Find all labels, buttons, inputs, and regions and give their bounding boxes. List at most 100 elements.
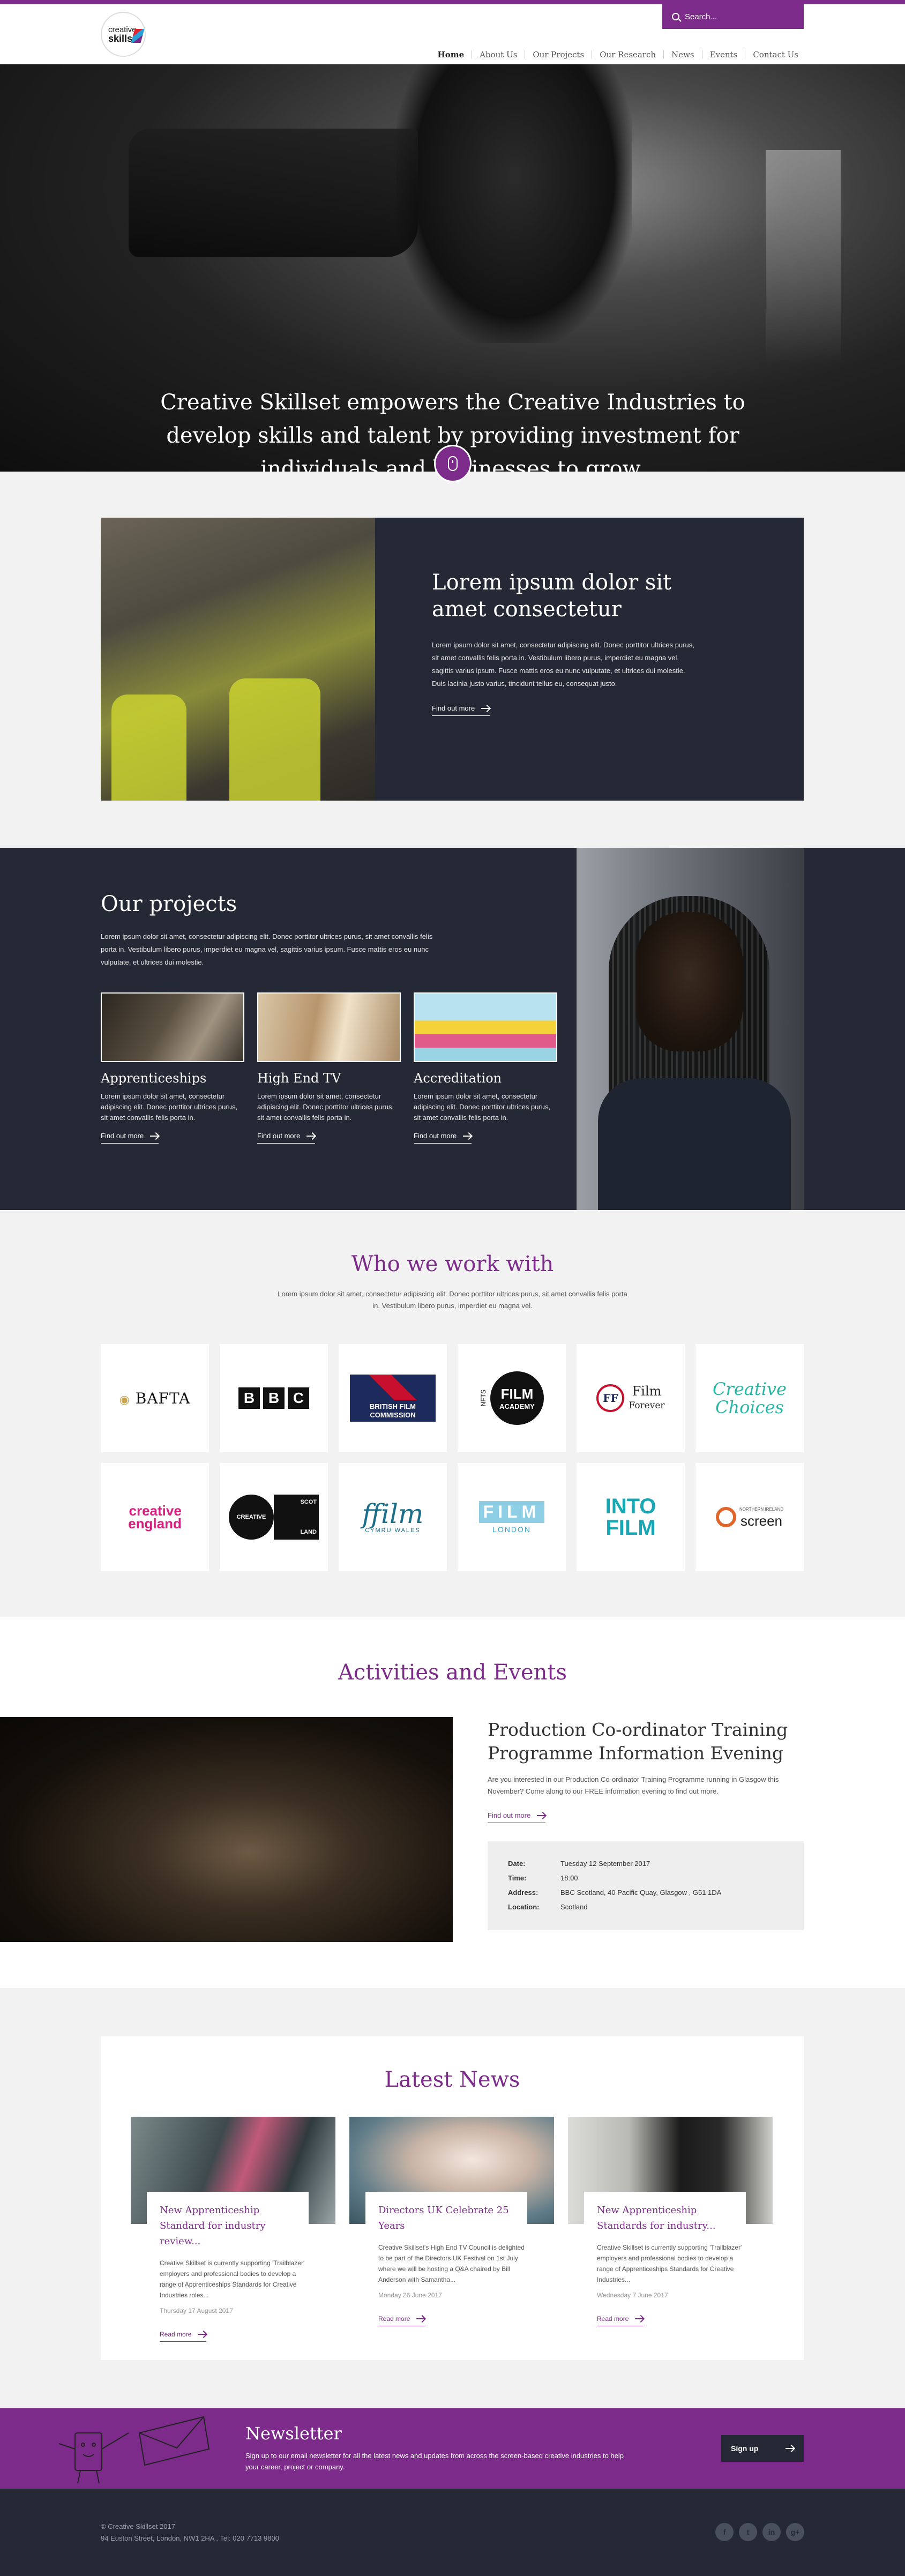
partners-intro: Lorem ipsum dolor sit amet, consectetur … (278, 1290, 627, 1310)
feature-find-out-more-link[interactable]: Find out more (432, 704, 490, 716)
project-find-out-more-link[interactable]: Find out more (257, 1132, 316, 1144)
partner-logo-film-london[interactable]: FILM LONDON (458, 1463, 566, 1571)
partner-logo-northern-ireland-screen[interactable]: NORTHERN IRELAND screen (695, 1463, 804, 1571)
projects-grid: Apprenticeships Lorem ipsum dolor sit am… (101, 992, 567, 1144)
arrow-right-icon (786, 2448, 794, 2449)
event-detail-row: Address: BBC Scotland, 40 Pacific Quay, G… (508, 1885, 783, 1900)
feature-block: Lorem ipsum dolor sit amet consectetur L… (101, 518, 804, 801)
news-section: Latest News New Apprenticeship Standard … (0, 1988, 905, 2408)
events-section: Activities and Events Production Co-ordi… (0, 1617, 905, 1988)
partner-logo-creative-scotland[interactable]: CREATIVE SCOT LAND (220, 1463, 328, 1571)
logo-text-line: Film (632, 1383, 662, 1399)
partner-logo-bbc[interactable]: B B C (220, 1344, 328, 1452)
feature-content: Lorem ipsum dolor sit amet consectetur L… (375, 518, 700, 801)
detail-value: BBC Scotland, 40 Pacific Quay, Glasgow ,… (560, 1888, 722, 1896)
nav-events[interactable]: Events (701, 50, 745, 59)
arrow-right-icon (416, 2318, 425, 2319)
logo-text: creative england (128, 1504, 182, 1530)
project-image[interactable] (414, 992, 557, 1062)
link-label: Read more (160, 2331, 192, 2338)
news-read-more-link[interactable]: Read more (378, 2315, 425, 2326)
news-item-title[interactable]: Directors UK Celebrate 25 Years (378, 2202, 515, 2234)
nav-news[interactable]: News (663, 50, 702, 59)
detail-label: Location: (508, 1903, 540, 1911)
twitter-icon[interactable]: t (739, 2523, 757, 2541)
news-card-body: Creative Skillset's High End TV Council … (349, 2234, 526, 2326)
scroll-down-button[interactable] (434, 445, 472, 482)
logo-block: B (238, 1387, 260, 1409)
logo-text-line: Forever (629, 1400, 665, 1411)
signup-label: Sign up (731, 2444, 759, 2453)
facebook-icon[interactable]: f (715, 2523, 734, 2541)
partner-logo-ffilm-cymru[interactable]: ffilm CYMRU WALES (339, 1463, 447, 1571)
news-read-more-link[interactable]: Read more (597, 2315, 644, 2326)
project-image[interactable] (257, 992, 401, 1062)
event-detail-row: Date: Tuesday 12 September 2017 (508, 1856, 783, 1871)
nav-contact-us[interactable]: Contact Us (745, 50, 806, 59)
project-image[interactable] (101, 992, 244, 1062)
site-logo[interactable]: creative skillset (101, 12, 170, 57)
nav-our-projects[interactable]: Our Projects (525, 50, 592, 59)
logo-badge: FF (596, 1384, 625, 1412)
project-find-out-more-link[interactable]: Find out more (414, 1132, 472, 1144)
project-card: Accreditation Lorem ipsum dolor sit amet… (414, 992, 557, 1144)
arrow-right-icon (481, 707, 490, 709)
partner-logo-film-academy[interactable]: NFTS FILM ACADEMY (458, 1344, 566, 1452)
project-find-out-more-link[interactable]: Find out more (101, 1132, 159, 1144)
news-grid: New Apprenticeship Standard for industry… (131, 2117, 773, 2342)
partner-logo-creative-england[interactable]: creative england (101, 1463, 209, 1571)
hero-photo-light (766, 150, 841, 364)
newsletter-section: Newsletter Sign up to our email newslett… (0, 2408, 905, 2489)
news-item-title[interactable]: New Apprenticeship Standards for industr… (597, 2202, 734, 2234)
event-find-out-more-link[interactable]: Find out more (488, 1811, 546, 1823)
projects-intro: Lorem ipsum dolor sit amet, consectetur … (101, 932, 433, 966)
linkedin-icon[interactable]: in (762, 2523, 781, 2541)
news-item-text: Creative Skillset's High End TV Council … (378, 2244, 525, 2283)
nav-home[interactable]: Home (430, 50, 472, 59)
partner-logo-film-forever[interactable]: FF Film Forever (577, 1344, 685, 1452)
news-title-box: New Apprenticeship Standards for industr… (584, 2192, 746, 2234)
logo-text-line: SCOT (300, 1499, 317, 1505)
logo-text: Film Forever (629, 1385, 664, 1412)
news-card: Directors UK Celebrate 25 Years Creative… (349, 2117, 554, 2342)
logo-ring-icon (715, 1507, 736, 1527)
logo-text-line: COMMISSION (370, 1411, 416, 1419)
news-panel: Latest News New Apprenticeship Standard … (101, 2036, 804, 2360)
partner-logo-into-film[interactable]: INTO FILM (577, 1463, 685, 1571)
google-plus-icon[interactable]: g+ (786, 2523, 804, 2541)
logo-text-line: LAND (300, 1529, 317, 1535)
logo-circle: FILM ACADEMY (490, 1371, 544, 1425)
logo-text-line: Choices (715, 1397, 784, 1417)
event-title: Production Co-ordinator Training Program… (488, 1719, 788, 1764)
news-item-title[interactable]: New Apprenticeship Standard for industry… (160, 2202, 297, 2249)
nav-about-us[interactable]: About Us (472, 50, 525, 59)
nav-our-research[interactable]: Our Research (592, 50, 663, 59)
news-card: New Apprenticeship Standard for industry… (131, 2117, 335, 2342)
news-item-text: Creative Skillset is currently supportin… (597, 2244, 742, 2283)
bfc-logo: BRITISH FILM COMMISSION (350, 1375, 436, 1422)
news-read-more-link[interactable]: Read more (160, 2331, 207, 2342)
newsletter-text: Sign up to our email newsletter for all … (245, 2452, 624, 2471)
news-item-date: Wednesday 7 June 2017 (597, 2291, 668, 2299)
logo-block: B (263, 1387, 285, 1409)
arrow-right-icon (198, 2334, 207, 2335)
partner-logo-british-film-commission[interactable]: BRITISH FILM COMMISSION (339, 1344, 447, 1452)
project-text: Lorem ipsum dolor sit amet, consectetur … (257, 1092, 394, 1122)
nfts-logo: NFTS FILM ACADEMY (480, 1371, 544, 1425)
main-nav: Home About Us Our Projects Our Research … (430, 50, 806, 59)
partner-logo-creative-choices[interactable]: Creative Choices (695, 1344, 804, 1452)
logo-text: INTO FILM (605, 1496, 656, 1539)
newsletter-signup-button[interactable]: Sign up (721, 2435, 804, 2462)
logo-text-line: INTO (605, 1495, 656, 1518)
logo-text-line: FILM (605, 1516, 656, 1540)
link-label: Find out more (257, 1132, 301, 1140)
photo-detail (598, 1078, 791, 1210)
arrow-right-icon (306, 1135, 316, 1137)
partner-logos-grid: ◉ BAFTA B B C BRITISH FILM COMMISSION NFT… (101, 1344, 804, 1571)
project-title: Accreditation (414, 1071, 502, 1086)
partner-logo-bafta[interactable]: ◉ BAFTA (101, 1344, 209, 1452)
search-icon[interactable] (672, 13, 679, 20)
search-bar (662, 4, 804, 29)
bbc-logo: B B C (238, 1387, 309, 1409)
search-input[interactable] (685, 12, 792, 21)
